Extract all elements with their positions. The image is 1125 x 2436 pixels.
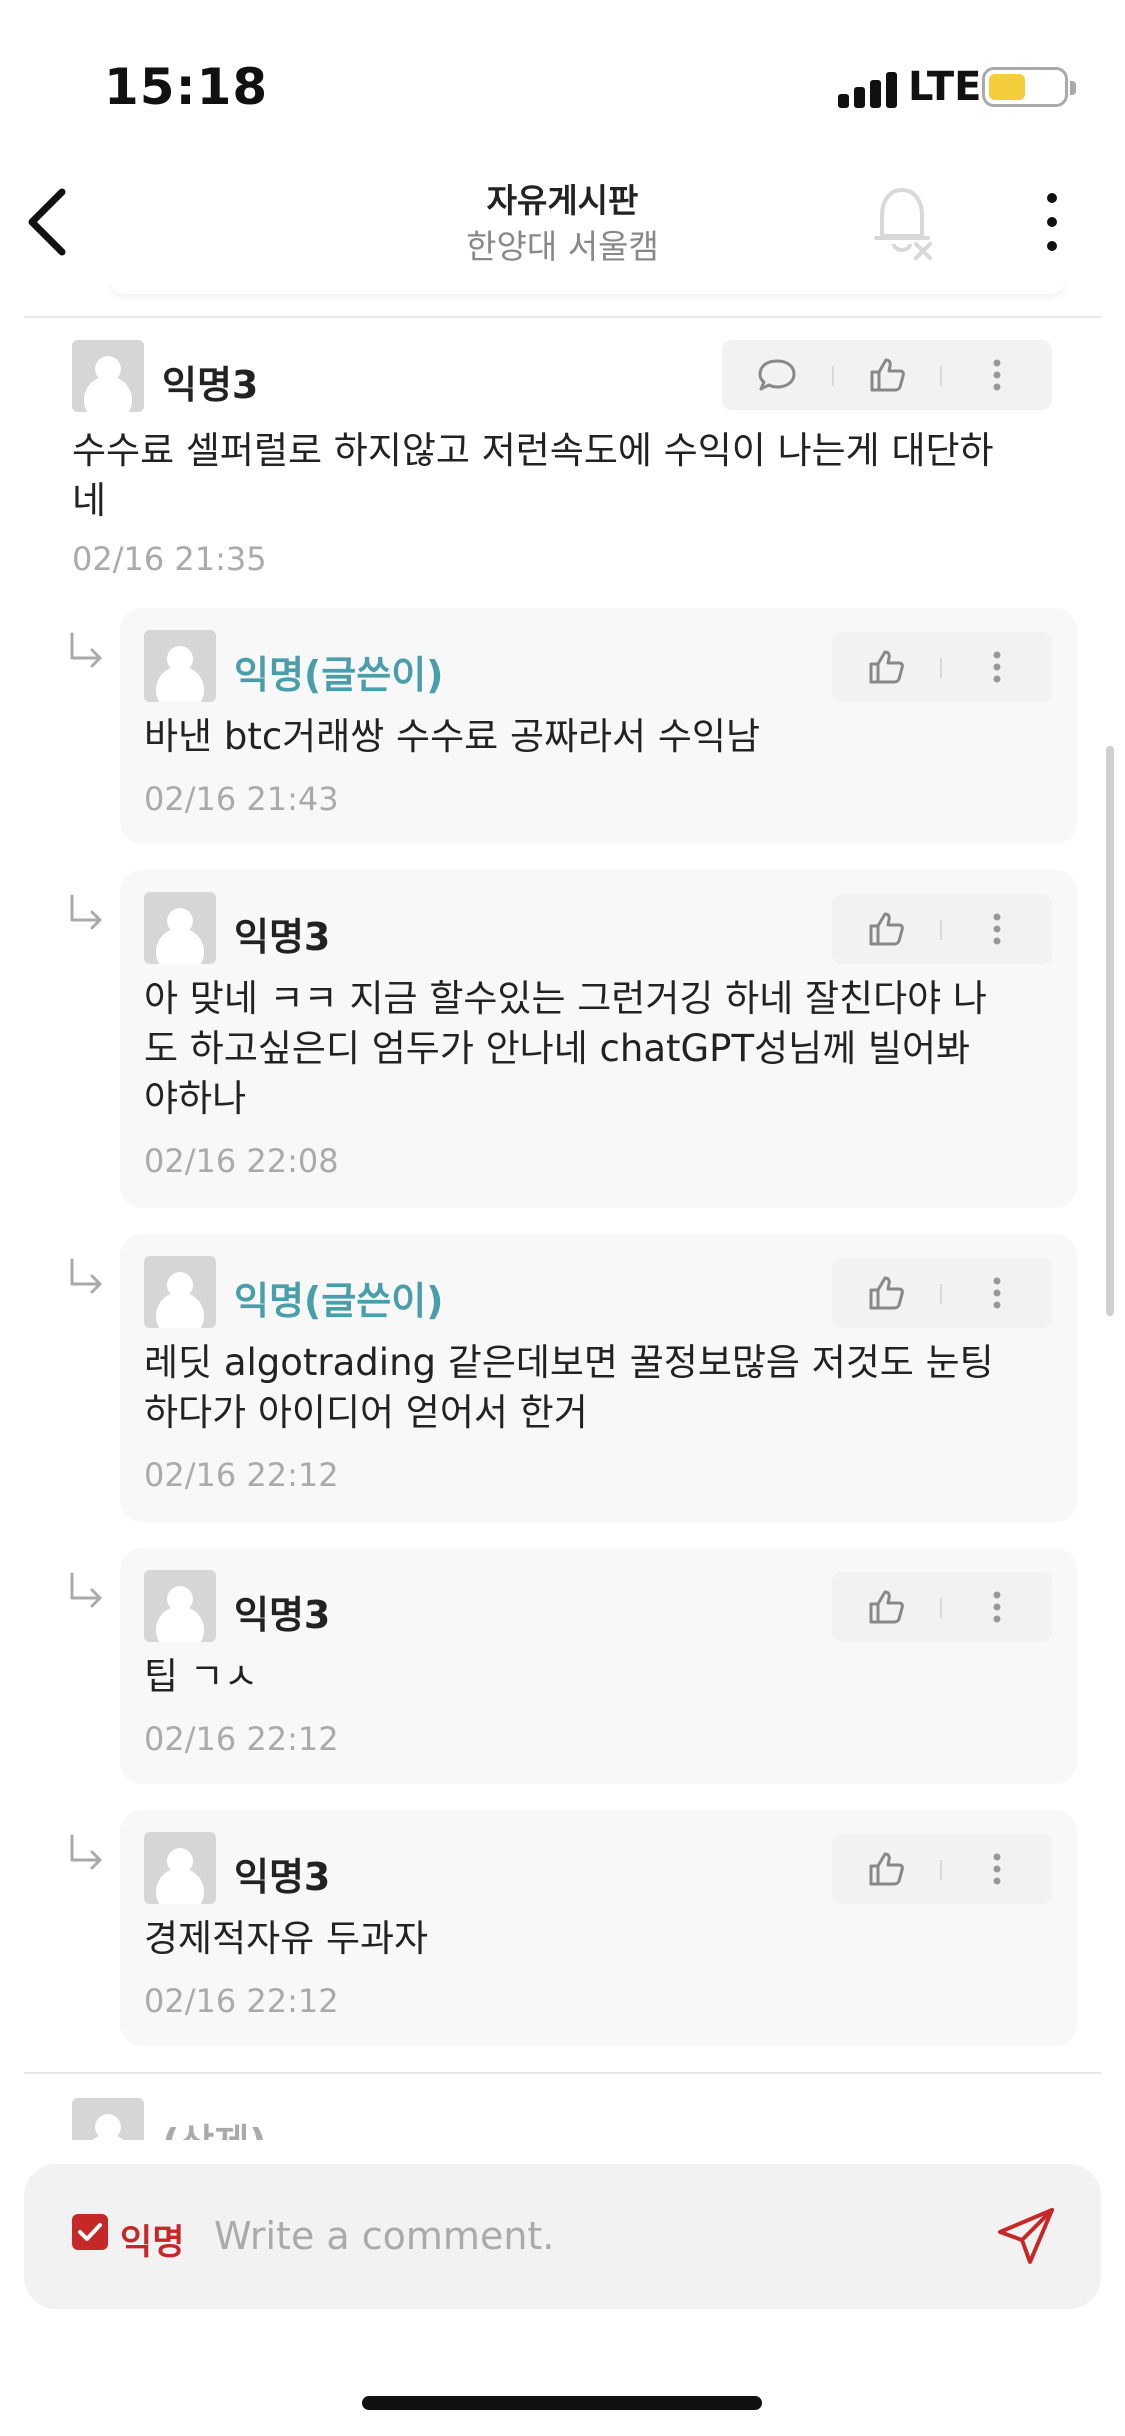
comment-text: 팁 ㄱㅅ	[144, 1655, 258, 1698]
bell-off-icon	[874, 188, 932, 260]
avatar	[144, 892, 216, 964]
more-options-button[interactable]	[1030, 184, 1074, 260]
post-card-edge	[110, 280, 1065, 294]
more-vertical-icon	[993, 1277, 1001, 1309]
avatar	[72, 2098, 144, 2140]
divider	[24, 316, 1101, 318]
comment-icon	[758, 359, 796, 391]
reply-item: 익명(글쓴이) 바낸 btc거래쌍 수수료 공짜라서 수익남 02/16 21:…	[120, 608, 1077, 844]
avatar	[144, 1832, 216, 1904]
comment-more-button[interactable]	[942, 340, 1052, 410]
like-button[interactable]	[832, 894, 940, 964]
comment-input-bar: 익명	[24, 2164, 1101, 2309]
divider	[24, 2072, 1101, 2074]
header: 자유게시판 한양대 서울캠	[0, 160, 1125, 300]
more-vertical-icon	[993, 651, 1001, 683]
thumbs-up-icon	[869, 1590, 904, 1624]
comment-more-button[interactable]	[942, 1834, 1052, 1904]
comment-time: 02/16 21:35	[72, 540, 267, 578]
comment-actions	[832, 1572, 1052, 1642]
reply-arrow-icon	[70, 1572, 102, 1608]
comment-actions	[832, 1834, 1052, 1904]
thumbs-up-icon	[869, 650, 904, 684]
comment-time: 02/16 22:12	[144, 1720, 339, 1758]
comment-actions	[832, 1258, 1052, 1328]
like-button[interactable]	[832, 1258, 940, 1328]
comment-item: 익명3 수수료 셀퍼럴로 하지않고 저런속도에 수익이 나는게 대단하 네 02…	[0, 340, 1125, 590]
avatar	[144, 1570, 216, 1642]
reply-arrow-icon	[70, 1834, 102, 1870]
comment-author: 익명3	[234, 1855, 331, 1899]
like-button[interactable]	[832, 1834, 940, 1904]
deleted-comment: (삭제)	[0, 2090, 1125, 2140]
reply-button[interactable]	[722, 340, 832, 410]
more-vertical-icon	[1047, 193, 1057, 251]
like-button[interactable]	[832, 1572, 940, 1642]
reply-item: 익명3 아 맞네 ㅋㅋ 지금 할수있는 그런거깅 하네 잘친다야 나 도 하고싶…	[120, 870, 1077, 1208]
thumbs-up-icon	[869, 1852, 904, 1886]
comment-text: 레딧 algotrading 같은데보면 꿀정보많음 저것도 눈팅 하다가 아이…	[144, 1341, 994, 1434]
comment-author: 익명(글쓴이)	[234, 1279, 444, 1323]
comment-author: 익명3	[162, 363, 259, 407]
comment-more-button[interactable]	[942, 1258, 1052, 1328]
comment-more-button[interactable]	[942, 1572, 1052, 1642]
comment-actions	[832, 894, 1052, 964]
comment-time: 02/16 22:08	[144, 1142, 339, 1180]
more-vertical-icon	[993, 1853, 1001, 1885]
more-vertical-icon	[993, 913, 1001, 945]
more-vertical-icon	[993, 1591, 1001, 1623]
avatar	[144, 630, 216, 702]
like-button[interactable]	[834, 340, 940, 410]
status-time: 15:18	[104, 58, 269, 116]
checkbox-icon	[78, 2223, 102, 2241]
anonymous-label: 익명	[120, 2223, 185, 2263]
reply-arrow-icon	[70, 632, 102, 668]
comment-actions	[722, 340, 1052, 410]
signal-icon	[838, 72, 898, 108]
reply-item: 익명(글쓴이) 레딧 algotrading 같은데보면 꿀정보많음 저것도 눈…	[120, 1234, 1077, 1522]
reply-item: 익명3 팁 ㄱㅅ 02/16 22:12	[120, 1548, 1077, 1784]
battery-icon	[982, 67, 1076, 107]
comment-text: 바낸 btc거래쌍 수수료 공짜라서 수익남	[144, 715, 760, 758]
home-indicator	[362, 2396, 762, 2410]
reply-arrow-icon	[70, 1258, 102, 1294]
comment-time: 02/16 21:43	[144, 780, 339, 818]
network-label: LTE	[908, 64, 982, 110]
comment-time: 02/16 22:12	[144, 1982, 339, 2020]
comment-text: 수수료 셀퍼럴로 하지않고 저런속도에 수익이 나는게 대단하 네	[72, 429, 994, 522]
comment-input[interactable]	[214, 2200, 974, 2272]
comment-actions	[832, 632, 1052, 702]
comment-author: 익명3	[234, 915, 331, 959]
thumbs-up-icon	[870, 358, 905, 392]
like-button[interactable]	[832, 632, 940, 702]
comment-text: 아 맞네 ㅋㅋ 지금 할수있는 그런거깅 하네 잘친다야 나 도 하고싶은디 엄…	[144, 977, 987, 1120]
send-icon	[998, 2208, 1054, 2264]
send-button[interactable]	[994, 2204, 1058, 2268]
thumbs-up-icon	[869, 912, 904, 946]
status-bar: 15:18 LTE	[0, 0, 1125, 150]
comment-author: (삭제)	[162, 2112, 267, 2140]
anonymous-checkbox[interactable]	[72, 2214, 108, 2250]
comment-author: 익명3	[234, 1593, 331, 1637]
comment-text: 경제적자유 두과자	[144, 1917, 429, 1960]
page-subtitle: 한양대 서울캠	[466, 227, 659, 266]
avatar	[72, 340, 144, 412]
more-vertical-icon	[993, 359, 1001, 391]
reply-arrow-icon	[70, 894, 102, 930]
comment-more-button[interactable]	[942, 632, 1052, 702]
page-title: 자유게시판	[486, 181, 639, 220]
comment-time: 02/16 22:12	[144, 1456, 339, 1494]
avatar	[144, 1256, 216, 1328]
reply-item: 익명3 경제적자유 두과자 02/16 22:12	[120, 1810, 1077, 2046]
scrollbar[interactable]	[1106, 746, 1114, 1316]
notification-toggle-button[interactable]	[872, 182, 936, 262]
comment-more-button[interactable]	[942, 894, 1052, 964]
thumbs-up-icon	[869, 1276, 904, 1310]
comment-author: 익명(글쓴이)	[234, 653, 444, 697]
